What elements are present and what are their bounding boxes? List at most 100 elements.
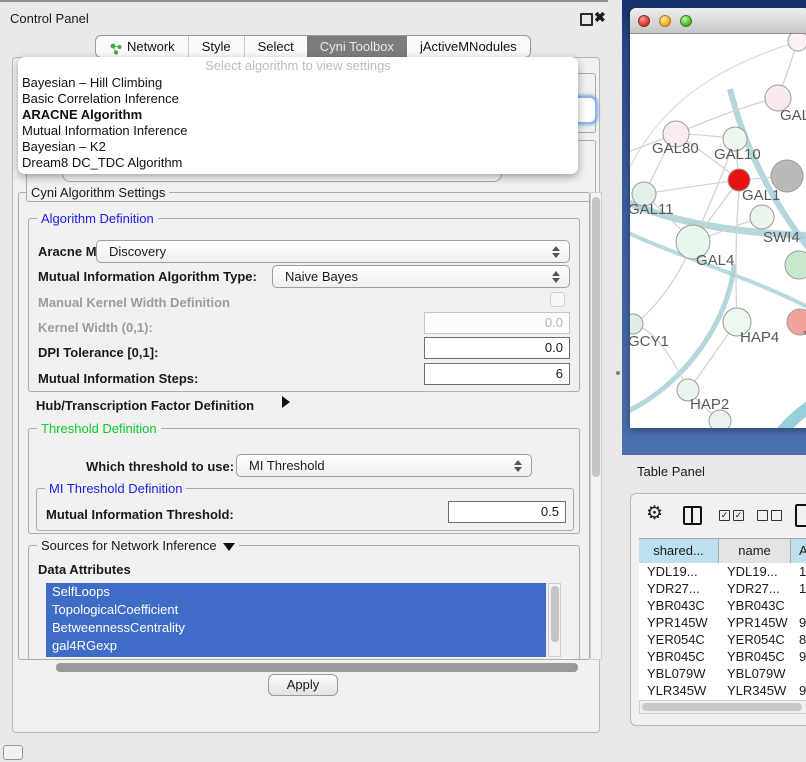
node-label-gal1: GAL1 — [742, 187, 780, 204]
expand-right-icon[interactable] — [282, 396, 290, 408]
table-cell: YPR145W — [719, 614, 791, 631]
gear-icon[interactable]: ⚙ — [646, 502, 663, 525]
float-window-icon[interactable] — [580, 13, 593, 26]
data-attributes-list[interactable]: SelfLoopsTopologicalCoefficientBetweenne… — [46, 583, 546, 657]
node-label-gal10: GAL10 — [714, 146, 761, 163]
apply-button[interactable]: Apply — [268, 674, 338, 696]
table-cell: YER054C — [639, 631, 719, 648]
table-row[interactable]: YBR045CYBR045C9. — [639, 648, 806, 665]
threshold-definition-title: Threshold Definition — [37, 421, 161, 436]
close-icon[interactable]: ✖ — [594, 9, 606, 26]
mi-type-value: Naive Bayes — [285, 269, 358, 284]
document-icon[interactable] — [795, 504, 806, 527]
table-horizontal-scrollbar[interactable] — [639, 700, 806, 714]
algorithm-item-dream8-dc-tdc-algorithm[interactable]: Dream8 DC_TDC Algorithm — [18, 155, 578, 171]
data-attributes-label: Data Attributes — [38, 562, 131, 577]
network-node-gcy1[interactable] — [630, 314, 643, 334]
table-row[interactable]: YPR145WYPR145W9. — [639, 614, 806, 631]
which-threshold-combo[interactable]: MI Threshold — [236, 454, 532, 477]
table-cell: YBL079W — [719, 665, 791, 682]
table-row[interactable]: YBL079WYBL079W — [639, 665, 806, 682]
checked-checkbox-icon[interactable]: ✓ — [733, 510, 744, 521]
node-label-gal4: GAL4 — [696, 252, 734, 269]
network-node[interactable] — [788, 34, 806, 51]
algorithm-item-aracne-algorithm[interactable]: ARACNE Algorithm — [18, 107, 578, 123]
mi-type-combo[interactable]: Naive Bayes — [272, 265, 570, 288]
table-row[interactable]: YDR27...YDR27...12 — [639, 580, 806, 597]
panel-divider-handle[interactable] — [616, 371, 620, 375]
hub-definition-label: Hub/Transcription Factor Definition — [36, 398, 254, 413]
column-header-a[interactable]: A — [791, 538, 806, 563]
collapse-down-icon[interactable] — [223, 543, 235, 551]
dropdown-placeholder: Select algorithm to view settings — [18, 57, 578, 75]
unchecked-checkbox-icon[interactable] — [771, 510, 782, 521]
algorithm-list: Bayesian – Hill ClimbingBasic Correlatio… — [18, 75, 578, 171]
table-body: YDL19...YDL19...13YDR27...YDR27...12YBR0… — [639, 563, 806, 700]
aracne-mode-value: Discovery — [109, 244, 166, 259]
node-label-gcy1: GCY1 — [630, 333, 669, 350]
algorithm-item-basic-correlation-inference[interactable]: Basic Correlation Inference — [18, 91, 578, 107]
zoom-window-icon[interactable] — [680, 15, 692, 27]
sources-title: Sources for Network Inference — [37, 538, 239, 553]
attribute-item-selfloops[interactable]: SelfLoops — [46, 583, 546, 601]
network-window[interactable]: GALGAL80GAL10GAL1GAL11SWI4GAL4GCY1HAP4YH… — [630, 8, 806, 428]
table-row[interactable]: YLR345WYLR345W9. — [639, 682, 806, 699]
settings-vertical-scrollbar[interactable] — [590, 192, 602, 660]
column-split-icon[interactable] — [683, 506, 702, 525]
table-cell: YBR045C — [639, 648, 719, 665]
which-threshold-label: Which threshold to use: — [86, 459, 234, 474]
network-node-swi4[interactable] — [750, 205, 774, 229]
hub-definition-toggle[interactable]: Hub/Transcription Factor Definition — [36, 398, 254, 413]
mi-threshold-field[interactable]: 0.5 — [448, 501, 566, 523]
tab-select[interactable]: Select — [244, 36, 307, 57]
tab-jactivemnodules[interactable]: jActiveMNodules — [407, 36, 530, 57]
attribute-item-topologicalcoefficient[interactable]: TopologicalCoefficient — [46, 601, 546, 619]
network-node[interactable] — [709, 410, 731, 428]
kernel-width-field[interactable]: 0.0 — [424, 312, 570, 334]
tab-label: Select — [258, 36, 294, 57]
settings-horizontal-scrollbar[interactable] — [18, 662, 590, 674]
close-window-icon[interactable] — [638, 15, 650, 27]
tab-style[interactable]: Style — [188, 36, 244, 57]
control-panel-tabbar: Network Style Select Cyni ToolboxjActiveMNo… — [95, 35, 531, 58]
dpi-tolerance-field[interactable]: 0.0 — [424, 337, 570, 359]
table-cell: YDR27... — [639, 580, 719, 597]
minimize-window-icon[interactable] — [659, 15, 671, 27]
collapse-panel-button[interactable] — [3, 745, 23, 760]
table-cell: YBL079W — [639, 665, 719, 682]
column-header-shared[interactable]: shared... — [639, 538, 719, 563]
unchecked-checkbox-icon[interactable] — [757, 510, 768, 521]
node-label-hap4: HAP4 — [740, 329, 779, 346]
table-cell: YBR045C — [719, 648, 791, 665]
checked-checkbox-icon[interactable]: ✓ — [719, 510, 730, 521]
table-cell: 13 — [791, 563, 806, 580]
algorithm-item-bayesian-k2[interactable]: Bayesian – K2 — [18, 139, 578, 155]
table-panel: ⚙ ✓ ✓ shared...nameA YDL19...YDL19...13Y… — [630, 493, 806, 726]
table-row[interactable]: YER054CYER054C8. — [639, 631, 806, 648]
network-tab-icon — [109, 40, 122, 53]
network-window-titlebar[interactable] — [630, 8, 806, 34]
column-header-name[interactable]: name — [719, 538, 791, 563]
table-cell: YLR345W — [639, 682, 719, 699]
algorithm-item-bayesian-hill-climbing[interactable]: Bayesian – Hill Climbing — [18, 75, 578, 91]
table-row[interactable]: YBR043CYBR043C — [639, 597, 806, 614]
panel-title: Control Panel — [10, 11, 89, 26]
network-node[interactable] — [771, 160, 803, 192]
attribute-item-betweennesscentrality[interactable]: BetweennessCentrality — [46, 619, 546, 637]
sources-title-text: Sources for Network Inference — [41, 538, 217, 553]
attribute-list-scrollbar[interactable] — [548, 583, 561, 657]
algorithm-item-mutual-information-inference[interactable]: Mutual Information Inference — [18, 123, 578, 139]
manual-kernel-checkbox[interactable] — [550, 292, 565, 307]
attribute-item-gal4rgexp[interactable]: gal4RGexp — [46, 637, 546, 655]
network-view[interactable]: GALGAL80GAL10GAL1GAL11SWI4GAL4GCY1HAP4YH… — [630, 34, 806, 428]
table-row[interactable]: YDL19...YDL19...13 — [639, 563, 806, 580]
network-node[interactable] — [785, 251, 806, 279]
table-cell: YBR043C — [719, 597, 791, 614]
tab-network[interactable]: Network — [96, 36, 188, 57]
mi-steps-field[interactable]: 6 — [424, 363, 570, 385]
table-cell: 9. — [791, 682, 806, 699]
tab-cyni-toolbox[interactable]: Cyni Toolbox — [307, 36, 407, 57]
tab-label: Network — [127, 36, 175, 57]
aracne-mode-combo[interactable]: Discovery — [96, 240, 570, 263]
node-label-swi4: SWI4 — [763, 229, 800, 246]
